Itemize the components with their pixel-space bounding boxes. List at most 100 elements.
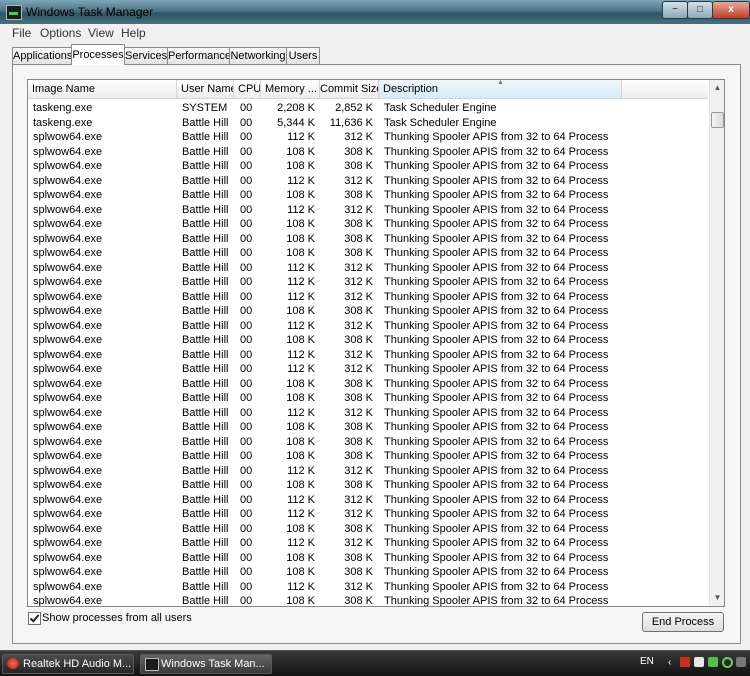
red-status-icon[interactable] — [680, 657, 690, 667]
table-row[interactable]: splwow64.exe Battle Hill 00 112 K 312 K Thunk… — [28, 130, 708, 145]
column-user-name[interactable]: User Name — [177, 80, 234, 98]
table-row[interactable]: splwow64.exe Battle Hill 00 112 K 312 K Thunk… — [28, 362, 708, 377]
show-hidden-icons-icon[interactable]: ‹ — [668, 657, 671, 668]
table-row[interactable]: taskeng.exe SYSTEM 00 2,208 K 2,852 K Task Sc… — [28, 101, 708, 116]
menu-view[interactable]: View — [88, 26, 114, 40]
speaker-tray-icon[interactable] — [736, 657, 746, 667]
menu-options[interactable]: Options — [40, 26, 81, 40]
memory-cell: 108 K — [286, 247, 315, 259]
commit-size-cell: 308 K — [344, 377, 373, 390]
cpu-cell: 00 — [240, 276, 253, 288]
table-row[interactable]: splwow64.exe Battle Hill 00 108 K 308 K Thunk… — [28, 333, 708, 348]
table-row[interactable]: splwow64.exe Battle Hill 00 112 K 312 K Thunk… — [28, 174, 708, 189]
table-row[interactable]: splwow64.exe Battle Hill 00 108 K 308 K Thunk… — [28, 246, 708, 261]
tab-applications[interactable]: Applications — [12, 47, 72, 64]
cpu-cell: 00 — [240, 131, 253, 143]
table-row[interactable]: splwow64.exe Battle Hill 00 108 K 308 K Thunk… — [28, 391, 708, 406]
table-row[interactable]: splwow64.exe Battle Hill 00 108 K 308 K Thunk… — [28, 449, 708, 464]
maximize-button[interactable]: □ — [687, 1, 713, 19]
table-row[interactable]: splwow64.exe Battle Hill 00 112 K 312 K Thunk… — [28, 507, 708, 522]
table-row[interactable]: splwow64.exe Battle Hill 00 108 K 308 K Thunk… — [28, 188, 708, 203]
title-bar[interactable]: Windows Task Manager − □ x — [0, 0, 750, 24]
column-memory[interactable]: Memory ... — [261, 80, 320, 98]
table-row[interactable]: splwow64.exe Battle Hill 00 108 K 308 K Thunk… — [28, 594, 708, 607]
image-name-cell: splwow64.exe — [33, 392, 103, 404]
column-cpu[interactable]: CPU — [234, 80, 261, 98]
tab-performance[interactable]: Performance — [167, 47, 231, 64]
description-cell: Thunking Spooler APIS from 32 to 64 Proc… — [384, 537, 609, 549]
cpu-cell: 00 — [240, 203, 253, 216]
user-name-cell: Battle Hill — [182, 421, 229, 433]
table-row[interactable]: splwow64.exe Battle Hill 00 112 K 312 K Thunk… — [28, 203, 708, 218]
task-manager-icon — [145, 658, 159, 671]
table-row[interactable]: splwow64.exe Battle Hill 00 108 K 308 K Thunk… — [28, 435, 708, 450]
memory-cell: 112 K — [287, 174, 315, 187]
table-row[interactable]: splwow64.exe Battle Hill 00 112 K 312 K Thunk… — [28, 348, 708, 363]
task-manager-tray-icon[interactable] — [708, 657, 718, 667]
green-circle-icon[interactable] — [722, 657, 733, 668]
column-commit-size[interactable]: Commit Size — [320, 80, 379, 98]
show-all-users-checkbox[interactable] — [28, 612, 41, 625]
scroll-down-icon[interactable]: ▼ — [711, 590, 724, 606]
user-name-cell: Battle Hill — [182, 537, 229, 549]
cpu-cell: 00 — [240, 406, 253, 419]
table-row[interactable]: splwow64.exe Battle Hill 00 108 K 308 K Thunk… — [28, 551, 708, 566]
description-cell: Thunking Spooler APIS from 32 to 64 Proc… — [384, 276, 609, 288]
description-cell: Thunking Spooler APIS from 32 to 64 Proc… — [384, 479, 609, 491]
table-row[interactable]: splwow64.exe Battle Hill 00 112 K 312 K Thunk… — [28, 261, 708, 276]
tab-networking[interactable]: Networking — [229, 47, 287, 64]
end-process-button[interactable]: End Process — [642, 612, 724, 632]
table-row[interactable]: splwow64.exe Battle Hill 00 108 K 308 K Thunk… — [28, 565, 708, 580]
menu-file[interactable]: File — [12, 26, 31, 40]
table-row[interactable]: splwow64.exe Battle Hill 00 112 K 312 K Thunk… — [28, 464, 708, 479]
table-row[interactable]: splwow64.exe Battle Hill 00 108 K 308 K Thunk… — [28, 304, 708, 319]
table-row[interactable]: splwow64.exe Battle Hill 00 108 K 308 K Thunk… — [28, 145, 708, 160]
user-name-cell: Battle Hill — [182, 377, 229, 390]
table-row[interactable]: splwow64.exe Battle Hill 00 108 K 308 K Thunk… — [28, 478, 708, 493]
table-row[interactable]: splwow64.exe Battle Hill 00 108 K 308 K Thunk… — [28, 217, 708, 232]
table-row[interactable]: splwow64.exe Battle Hill 00 112 K 312 K Thunk… — [28, 536, 708, 551]
memory-cell: 112 K — [287, 203, 315, 216]
table-row[interactable]: taskeng.exe Battle Hill 00 5,344 K 11,636 K T… — [28, 116, 708, 131]
memory-cell: 108 K — [286, 450, 315, 462]
user-name-cell: Battle Hill — [182, 363, 229, 375]
commit-size-cell: 308 K — [344, 232, 373, 245]
tab-services[interactable]: Services — [124, 47, 168, 64]
tab-processes[interactable]: Processes — [71, 44, 125, 65]
table-row[interactable]: splwow64.exe Battle Hill 00 108 K 308 K Thunk… — [28, 377, 708, 392]
cpu-cell: 00 — [240, 595, 253, 607]
cpu-cell: 00 — [240, 421, 253, 433]
table-row[interactable]: splwow64.exe Battle Hill 00 112 K 312 K Thunk… — [28, 493, 708, 508]
scroll-up-icon[interactable]: ▲ — [711, 80, 724, 96]
table-row[interactable]: splwow64.exe Battle Hill 00 112 K 312 K Thunk… — [28, 580, 708, 595]
taskbar-button-task-manager[interactable]: Windows Task Man... — [140, 654, 272, 674]
table-row[interactable]: splwow64.exe Battle Hill 00 108 K 308 K Thunk… — [28, 159, 708, 174]
vertical-scrollbar[interactable]: ▲ ▼ — [709, 80, 724, 606]
table-row[interactable]: splwow64.exe Battle Hill 00 108 K 308 K Thunk… — [28, 522, 708, 537]
memory-cell: 108 K — [286, 392, 315, 404]
scroll-thumb[interactable] — [711, 112, 724, 128]
minimize-button[interactable]: − — [662, 1, 688, 19]
language-indicator[interactable]: EN — [640, 656, 654, 667]
commit-size-cell: 308 K — [344, 334, 373, 346]
network-icon[interactable] — [694, 657, 704, 667]
menu-help[interactable]: Help — [121, 26, 146, 40]
table-row[interactable]: splwow64.exe Battle Hill 00 112 K 312 K Thunk… — [28, 406, 708, 421]
table-row[interactable]: splwow64.exe Battle Hill 00 108 K 308 K Thunk… — [28, 420, 708, 435]
user-name-cell: Battle Hill — [182, 174, 229, 187]
cpu-cell: 00 — [240, 392, 253, 404]
table-row[interactable]: splwow64.exe Battle Hill 00 108 K 308 K Thunk… — [28, 232, 708, 247]
user-name-cell: Battle Hill — [182, 348, 229, 361]
tab-users[interactable]: Users — [286, 47, 320, 64]
close-button[interactable]: x — [712, 1, 750, 19]
taskbar-button-realtek[interactable]: Realtek HD Audio M... — [2, 654, 134, 674]
memory-cell: 112 K — [287, 363, 315, 375]
commit-size-cell: 312 K — [344, 493, 373, 506]
table-row[interactable]: splwow64.exe Battle Hill 00 112 K 312 K Thunk… — [28, 319, 708, 334]
table-row[interactable]: splwow64.exe Battle Hill 00 112 K 312 K Thunk… — [28, 290, 708, 305]
process-list[interactable]: Image Name User Name CPU Memory ... Comm… — [27, 79, 725, 607]
cpu-cell: 00 — [240, 551, 253, 564]
column-image-name[interactable]: Image Name — [28, 80, 177, 98]
image-name-cell: splwow64.exe — [33, 174, 103, 187]
table-row[interactable]: splwow64.exe Battle Hill 00 112 K 312 K Thunk… — [28, 275, 708, 290]
